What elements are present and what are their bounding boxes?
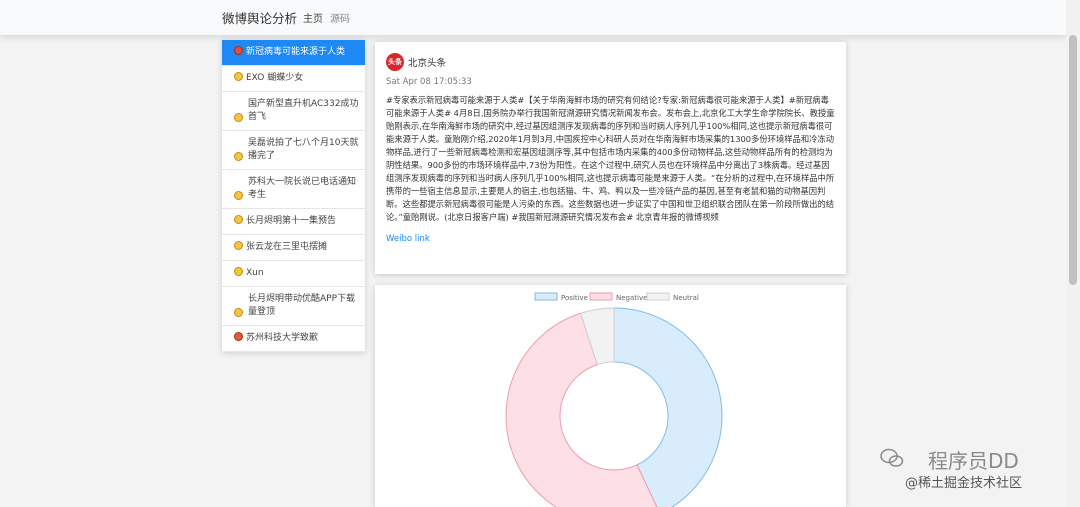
angry-emoji-icon: [234, 332, 243, 341]
emoji-icon: [234, 113, 243, 122]
sidebar-item-2[interactable]: 国产新型直升机AC332成功首飞: [222, 92, 365, 131]
emoji-icon: [234, 191, 243, 200]
top-navbar: 微博舆论分析 主页 源码: [0, 0, 1066, 35]
sidebar-item-label: Xun: [246, 268, 264, 278]
emoji-icon: [234, 308, 243, 317]
emoji-icon: [234, 241, 243, 250]
sidebar-item-8[interactable]: 长月烬明带动优酷APP下载量登顶: [222, 287, 365, 326]
emoji-icon: [234, 267, 243, 276]
watermark-title: 程序员DD: [928, 449, 1019, 473]
sad-emoji-icon: [234, 46, 243, 55]
legend-swatch-positive[interactable]: [534, 292, 558, 301]
post-timestamp: Sat Apr 08 17:05:33: [386, 77, 472, 87]
legend-label-negative[interactable]: Negative: [616, 294, 647, 302]
sidebar-item-5[interactable]: 长月烬明第十一集预告: [222, 209, 365, 235]
sentiment-chart-card: Positive Negative Neutral: [375, 285, 846, 507]
weibo-link[interactable]: Weibo link: [386, 234, 835, 244]
sidebar-item-label: 新冠病毒可能来源于人类: [246, 47, 346, 57]
nav-link-home[interactable]: 主页: [303, 10, 323, 25]
legend-label-neutral[interactable]: Neutral: [673, 294, 699, 302]
scrollbar-thumb[interactable]: [1069, 35, 1077, 285]
post-content: #专家表示新冠病毒可能来源于人类#【关于华南海鲜市场的研究有何结论?专家:新冠病…: [386, 95, 835, 222]
sentiment-doughnut-chart: Positive Negative Neutral: [505, 292, 723, 507]
sidebar-item-0[interactable]: 新冠病毒可能来源于人类: [222, 40, 365, 66]
sidebar-item-label: EXO 蝴蝶少女: [246, 73, 304, 83]
sidebar-item-9[interactable]: 苏州科技大学致歉: [222, 326, 365, 352]
sidebar-item-label: 国产新型直升机AC332成功首飞: [248, 99, 359, 122]
page-scrollbar[interactable]: [1066, 0, 1080, 507]
brand-title[interactable]: 微博舆论分析: [222, 8, 297, 27]
sidebar-item-7[interactable]: Xun: [222, 261, 365, 287]
legend-swatch-neutral[interactable]: [646, 292, 670, 301]
legend-label-positive[interactable]: Positive: [561, 294, 588, 302]
sidebar-item-1[interactable]: EXO 蝴蝶少女: [222, 66, 365, 92]
author-avatar[interactable]: 头条: [386, 53, 404, 71]
sidebar-item-6[interactable]: 张云龙在三里屯摆摊: [222, 235, 365, 261]
emoji-icon: [234, 72, 243, 81]
watermark-subtitle: @稀土掘金技术社区: [905, 476, 1023, 491]
emoji-icon: [234, 215, 243, 224]
sidebar-item-label: 长月烬明第十一集预告: [246, 216, 337, 226]
sidebar-item-label: 长月烬明带动优酷APP下载量登顶: [248, 294, 356, 317]
topic-sidebar: 新冠病毒可能来源于人类 EXO 蝴蝶少女 国产新型直升机AC332成功首飞 吴磊…: [222, 40, 365, 352]
legend-swatch-negative[interactable]: [589, 292, 613, 301]
post-header: 头条 北京头条: [386, 52, 835, 72]
sidebar-item-label: 张云龙在三里屯摆摊: [246, 242, 328, 252]
emoji-icon: [234, 152, 243, 161]
weibo-post-card: 头条 北京头条 Sat Apr 08 17:05:33 #专家表示新冠病毒可能来…: [375, 42, 846, 274]
sidebar-item-label: 苏州科技大学致歉: [246, 333, 319, 343]
post-author: 北京头条: [408, 58, 447, 69]
sidebar-item-label: 吴磊说拍了七八个月10天就播完了: [248, 138, 359, 161]
sidebar-item-3[interactable]: 吴磊说拍了七八个月10天就播完了: [222, 131, 365, 170]
nav-link-source[interactable]: 源码: [330, 10, 350, 25]
sidebar-item-label: 苏科大一院长说已电话通知考生: [248, 177, 357, 200]
wechat-icon: [880, 448, 904, 467]
sidebar-item-4[interactable]: 苏科大一院长说已电话通知考生: [222, 170, 365, 209]
